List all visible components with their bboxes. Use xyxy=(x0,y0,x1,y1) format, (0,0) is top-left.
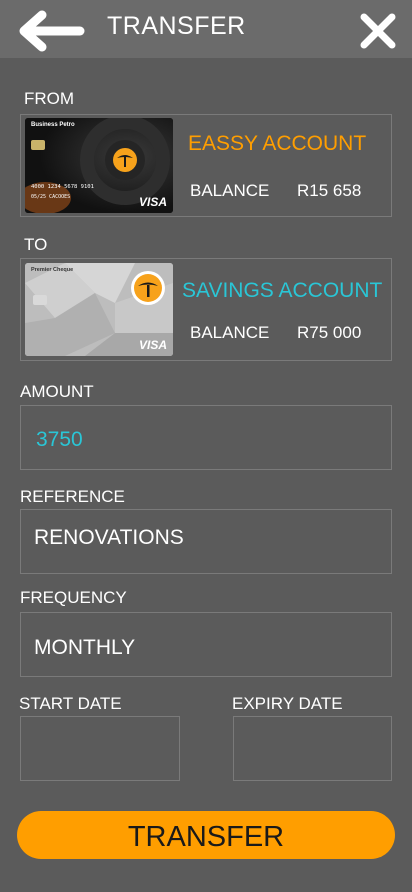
reference-value: RENOVATIONS xyxy=(34,526,184,549)
from-balance-value: R15 658 xyxy=(297,181,362,200)
top-bar: TRANSFER xyxy=(0,0,412,58)
to-balance-value: R75 000 xyxy=(297,323,362,342)
from-card-number: 4000 1234 5678 9101 xyxy=(31,184,94,190)
amount-label: AMOUNT xyxy=(20,382,94,401)
fnb-logo-icon xyxy=(113,148,137,172)
frequency-label: FREQUENCY xyxy=(20,588,127,607)
reference-label: REFERENCE xyxy=(20,487,125,506)
expiry-date-label: EXPIRY DATE xyxy=(232,694,343,713)
close-icon[interactable] xyxy=(360,13,396,49)
from-card-visa-logo: VISA xyxy=(138,195,167,209)
from-label: FROM xyxy=(24,89,75,108)
from-card-image: Business Petro 4000 1234 5678 9101 05/25… xyxy=(25,118,173,213)
amount-input[interactable]: 3750 xyxy=(20,405,392,470)
back-arrow-icon[interactable] xyxy=(18,10,86,52)
amount-value: 3750 xyxy=(36,428,83,451)
page-title: TRANSFER xyxy=(107,12,246,40)
to-account-name: SAVINGS ACCOUNT xyxy=(182,279,383,302)
from-card-extra: 05/25 CACOOES xyxy=(31,194,71,200)
frequency-value: MONTHLY xyxy=(34,636,136,659)
start-date-label: START DATE xyxy=(19,694,122,713)
to-card-brand: Premier Cheque xyxy=(31,267,74,273)
from-balance-label: BALANCE xyxy=(190,181,270,200)
from-account-name: EASSY ACCOUNT xyxy=(188,132,367,155)
to-card-visa-logo: VISA xyxy=(138,338,167,352)
start-date-input[interactable] xyxy=(20,716,180,781)
to-card-image: Premier Cheque VISA xyxy=(25,263,173,356)
from-card-brand: Business Petro xyxy=(31,122,75,128)
fnb-logo-icon xyxy=(131,271,165,305)
to-label: TO xyxy=(24,235,48,254)
transfer-button[interactable]: TRANSFER xyxy=(17,811,395,859)
reference-input[interactable]: RENOVATIONS xyxy=(20,509,392,574)
from-account-panel[interactable]: Business Petro 4000 1234 5678 9101 05/25… xyxy=(20,114,392,217)
to-balance-label: BALANCE xyxy=(190,323,270,342)
to-account-panel[interactable]: Premier Cheque VISA SAVINGS ACCOUNT BALA… xyxy=(20,258,392,361)
expiry-date-input[interactable] xyxy=(233,716,392,781)
frequency-select[interactable]: MONTHLY xyxy=(20,612,392,677)
